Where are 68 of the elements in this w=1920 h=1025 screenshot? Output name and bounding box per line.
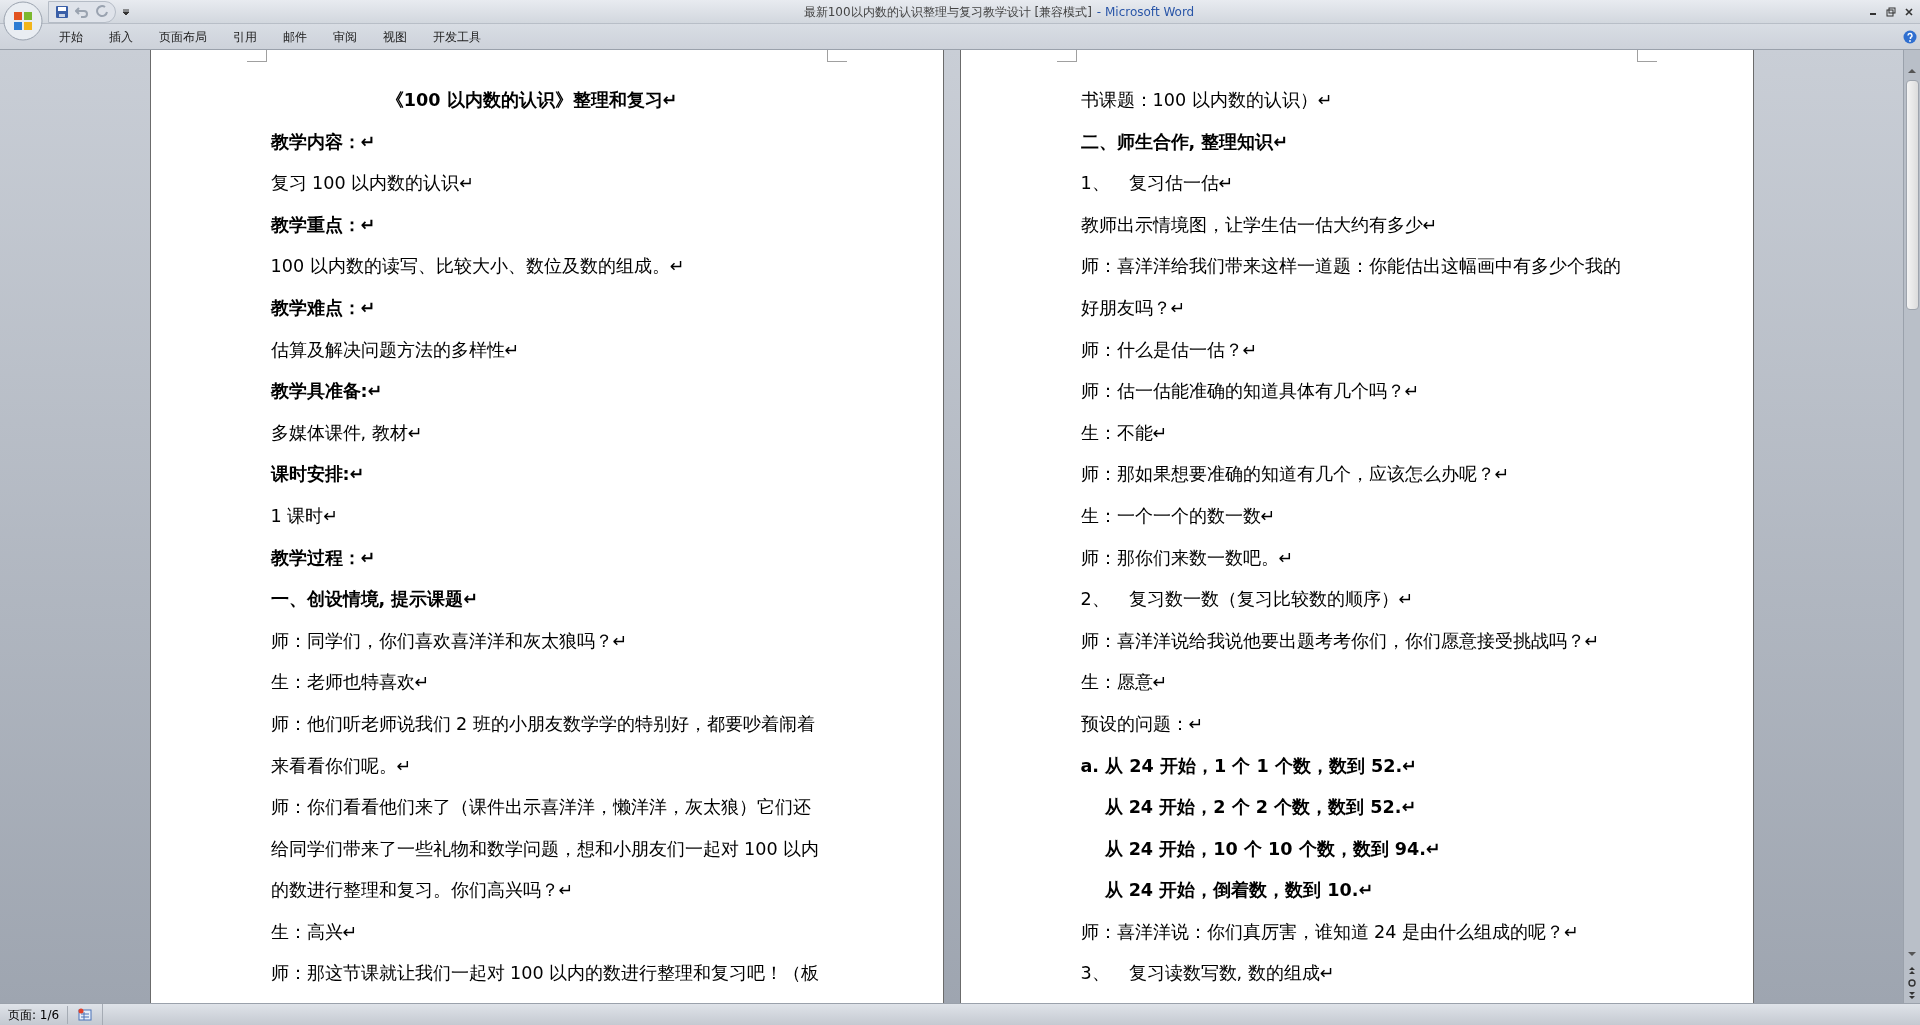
paragraph: 1 课时↵ [270,504,340,528]
heading: 课时安排:↵ [270,463,366,487]
paragraph: 多媒体课件, 教材↵ [270,421,424,445]
paragraph: 生：高兴↵ [270,920,359,944]
macro-record-icon[interactable] [78,1008,93,1021]
next-page-icon[interactable] [1907,991,1917,1001]
paragraph: 复习 100 以内数的认识↵ [270,172,475,196]
paragraph: 师：那这节课就让我们一起对 100 以内的数进行整理和复习吧！（板 [270,962,821,986]
heading: 教学重点：↵ [270,213,377,237]
ribbon-tab[interactable]: 引用 [220,28,270,46]
paragraph: 师：喜洋洋说：你们真厉害，谁知道 24 是由什么组成的呢？↵ [1080,920,1580,944]
paragraph: 生：不能↵ [1080,421,1169,445]
paragraph: 生：老师也特喜欢↵ [270,671,431,695]
paragraph: 100 以内数的读写、比较大小、数位及数的组成。↵ [270,255,686,279]
paragraph: 师：那如果想要准确的知道有几个，应该怎么办呢？↵ [1080,463,1511,487]
heading: 教学过程：↵ [270,546,377,570]
heading: 一、创设情境, 提示课题↵ [270,588,480,612]
ribbon-tab[interactable]: 开始 [46,28,96,46]
ribbon-tab[interactable]: 审阅 [320,28,370,46]
ribbon-tab[interactable]: 页面布局 [146,28,220,46]
heading: 教学难点：↵ [270,296,377,320]
save-icon[interactable] [55,4,69,19]
app-name: - Microsoft Word [1096,3,1195,21]
list-number: 1、 [1080,172,1111,196]
window-title: 最新100以内数的认识整理与复习教学设计 [兼容模式] [803,3,1092,21]
document-title: 《100 以内数的认识》整理和复习↵ [384,89,679,112]
ribbon-tab[interactable]: 视图 [370,28,420,46]
list-number: 3、 [1080,962,1111,986]
paragraph: 师：他们听老师说我们 2 班的小朋友数学学的特别好，都要吵着闹着 来看看你们呢。↵ [270,712,816,778]
list-item: 复习数一数（复习比较数的顺序）↵ [1128,588,1414,612]
scroll-down-icon[interactable] [1907,949,1917,959]
close-icon[interactable] [1904,6,1914,17]
scroll-up-icon[interactable] [1907,66,1917,76]
ribbon-tab[interactable]: 开发工具 [420,28,494,46]
paragraph: 师：喜洋洋给我们带来这样一道题：你能估出这幅画中有多少个我的 好朋友吗？↵ [1080,255,1622,320]
paragraph: 书课题：100 以内数的认识）↵ [1080,89,1334,112]
paragraph: 师：估一估能准确的知道具体有几个吗？↵ [1080,380,1421,404]
paragraph: 预设的问题：↵ [1080,712,1205,736]
heading: a. 从 24 开始，1 个 1 个数，数到 52.↵ [1080,754,1418,778]
vertical-scrollbar[interactable] [1903,50,1920,1003]
list-item: 从 24 开始，2 个 2 个数，数到 52.↵ [1103,796,1418,820]
dropdown-icon[interactable] [122,7,130,16]
scroll-thumb[interactable] [1905,80,1919,310]
paragraph: 生：一个一个的数一数↵ [1080,504,1277,528]
paragraph: 师：同学们，你们喜欢喜洋洋和灰太狼吗？↵ [270,629,629,653]
list-item: 复习读数写数, 数的组成↵ [1128,962,1335,986]
restore-icon[interactable] [1886,6,1896,17]
list-item: 从 24 开始，10 个 10 个数，数到 94.↵ [1103,837,1442,861]
list-number: 2、 [1080,588,1111,612]
office-logo-icon[interactable] [3,1,43,41]
page-count[interactable]: 页面: 1/6 [0,1005,69,1024]
help-icon[interactable] [1903,30,1917,44]
paragraph: 师：喜洋洋说给我说他要出题考考你们，你们愿意接受挑战吗？↵ [1080,629,1601,653]
heading: 教学内容：↵ [270,130,377,154]
paragraph: 教师出示情境图，让学生估一估大约有多少↵ [1080,213,1439,237]
paragraph: 师：那你们来数一数吧。↵ [1080,546,1295,570]
ribbon-tab[interactable]: 邮件 [270,28,320,46]
paragraph: 生：愿意↵ [1080,671,1169,695]
browse-object-icon[interactable] [1907,978,1917,988]
paragraph: 师：什么是估一估？↵ [1080,338,1259,362]
heading: 二、师生合作, 整理知识↵ [1080,130,1290,154]
ribbon-tab[interactable]: 插入 [96,28,146,46]
previous-page-icon[interactable] [1907,965,1917,975]
heading: 教学具准备:↵ [270,380,384,404]
list-item: 复习估一估↵ [1128,172,1234,196]
paragraph: 估算及解决问题方法的多样性↵ [270,338,521,362]
list-item: 从 24 开始，倒着数，数到 10.↵ [1103,879,1375,903]
paragraph: 师：你们看看他们来了（课件出示喜洋洋，懒洋洋，灰太狼）它们还 给同学们带来了一些礼物和数学问题，想和小朋友们一起对 100 以内 的数进行整理和复习。你们高兴吗？↵ [270,796,821,903]
